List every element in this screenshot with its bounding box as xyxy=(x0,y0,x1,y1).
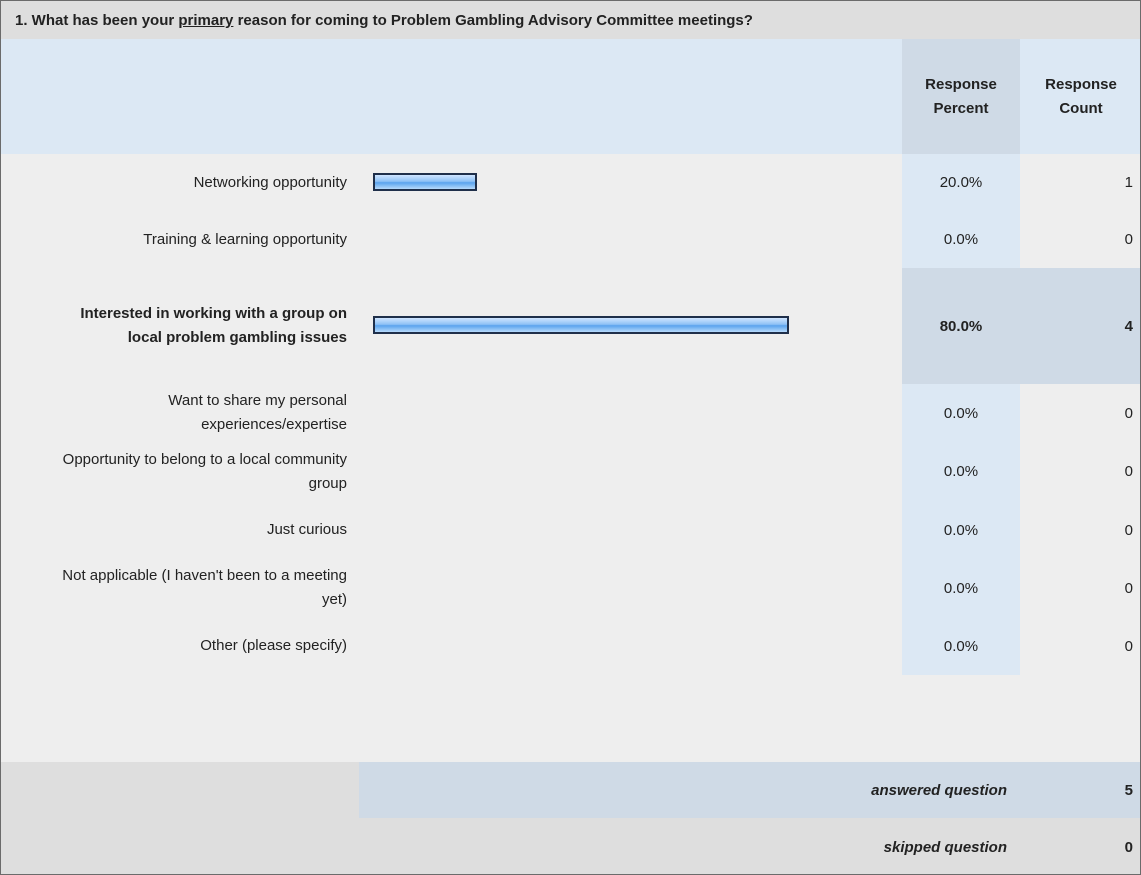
answer-label-text: Want to share my personal experiences/ex… xyxy=(168,392,347,433)
answer-label-text: Other (please specify) xyxy=(200,637,347,654)
response-percent: 0.0% xyxy=(902,559,1020,617)
answer-row: Networking opportunity 20.0% 1 xyxy=(1,154,1140,211)
answer-label: Want to share my personal experiences/ex… xyxy=(1,384,347,442)
response-percent: 0.0% xyxy=(902,442,1020,501)
bar-area xyxy=(361,154,902,211)
response-count: 1 xyxy=(1124,174,1133,191)
response-count: 0 xyxy=(1124,521,1133,539)
answer-label-text: Training & learning opportunity xyxy=(143,230,347,248)
response-percent-header: Response Percent xyxy=(902,39,1020,154)
answer-label-text: Opportunity to belong to a local communi… xyxy=(62,450,347,492)
response-count: 4 xyxy=(1020,268,1140,384)
answer-label: Other (please specify) xyxy=(1,617,347,675)
question-suffix: reason for coming to Problem Gambling Ad… xyxy=(233,12,753,29)
answer-label: Not applicable (I haven't been to a meet… xyxy=(1,559,347,617)
answer-label-text: Interested in working with a group on lo… xyxy=(80,305,347,346)
bar-area xyxy=(361,268,902,384)
response-percent-header-line2: Percent xyxy=(933,99,989,117)
response-count: 0 xyxy=(1124,404,1133,422)
answer-row: Opportunity to belong to a local communi… xyxy=(1,442,1140,501)
response-count: 0 xyxy=(1124,637,1133,655)
response-percent: 20.0% xyxy=(902,154,1020,211)
response-count: 0 xyxy=(1124,463,1133,480)
response-percent: 80.0% xyxy=(902,268,1020,384)
skipped-label: skipped question xyxy=(883,838,1007,856)
answer-label: Just curious xyxy=(1,501,347,559)
response-count-header-line1: Response xyxy=(1045,75,1117,93)
answer-row: Just curious 0.0% 0 xyxy=(1,501,1140,559)
bar-area xyxy=(361,501,902,559)
answered-label: answered question xyxy=(871,781,1007,799)
answered-row: answered question 5 xyxy=(1,762,1140,818)
answer-label-text: Not applicable (I haven't been to a meet… xyxy=(62,567,347,608)
skipped-block: skipped question 0 xyxy=(359,818,1140,874)
answer-row: Want to share my personal experiences/ex… xyxy=(1,384,1140,442)
answer-label: Interested in working with a group on lo… xyxy=(1,268,347,384)
skipped-row: skipped question 0 xyxy=(1,818,1140,874)
question-title: 1. What has been your primary reason for… xyxy=(1,1,1140,39)
answer-row: Other (please specify) 0.0% 0 xyxy=(1,617,1140,675)
answer-row: Not applicable (I haven't been to a meet… xyxy=(1,559,1140,617)
skipped-value: 0 xyxy=(1124,838,1133,856)
answer-label: Training & learning opportunity xyxy=(1,211,347,268)
answer-row: Training & learning opportunity 0.0% 0 xyxy=(1,211,1140,268)
answer-label-text: Just curious xyxy=(266,521,347,538)
bar-area xyxy=(361,617,902,675)
bar-area xyxy=(361,211,902,268)
response-percent-header-line1: Response xyxy=(925,75,997,93)
response-percent: 0.0% xyxy=(902,384,1020,442)
question-emphasis: primary xyxy=(178,12,234,29)
table-header: Response Percent Response Count xyxy=(1,39,1140,154)
response-percent: 0.0% xyxy=(902,211,1020,268)
response-count: 0 xyxy=(1124,231,1133,248)
response-bar xyxy=(373,316,789,334)
question-prefix: 1. What has been your xyxy=(15,12,179,29)
answered-block: answered question 5 xyxy=(359,762,1140,818)
survey-question-panel: 1. What has been your primary reason for… xyxy=(0,0,1141,875)
response-count: 0 xyxy=(1124,579,1133,597)
answer-label: Networking opportunity xyxy=(1,154,347,211)
answered-value: 5 xyxy=(1124,781,1133,799)
answer-label: Opportunity to belong to a local communi… xyxy=(1,442,347,501)
answer-label-text: Networking opportunity xyxy=(193,173,347,191)
response-count-header: Response Count xyxy=(1020,39,1140,154)
answer-row: Interested in working with a group on lo… xyxy=(1,268,1140,384)
response-bar xyxy=(373,172,477,191)
response-percent: 0.0% xyxy=(902,617,1020,675)
response-percent: 0.0% xyxy=(902,501,1020,559)
response-count-header-line2: Count xyxy=(1059,99,1103,117)
bar-area xyxy=(361,442,902,501)
bar-area xyxy=(361,384,902,442)
bar-area xyxy=(361,559,902,617)
